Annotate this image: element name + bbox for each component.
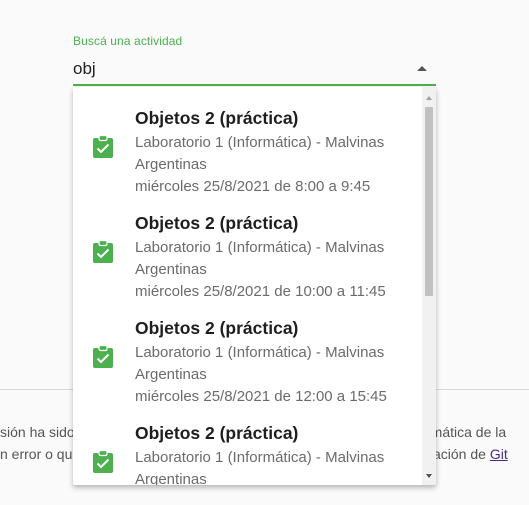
activity-option-location-cont: Argentinas — [135, 471, 207, 485]
search-label: Buscá una actividad — [73, 34, 183, 48]
footer-text-left-2: n error o qu — [0, 446, 73, 462]
activity-option-location: Laboratorio 1 (Informática) - Malvinas — [135, 239, 385, 256]
github-link[interactable]: Git — [490, 446, 508, 462]
activity-option-location-cont: Argentinas — [135, 156, 207, 173]
list-scrollbar[interactable] — [422, 87, 436, 485]
activity-option[interactable]: Objetos 2 (práctica) Laboratorio 1 (Info… — [73, 87, 422, 195]
activity-option-location-cont: Argentinas — [135, 261, 207, 278]
activity-option-location: Laboratorio 1 (Informática) - Malvinas — [135, 449, 385, 466]
footer-text-right-2: zación de Git — [426, 446, 508, 462]
scroll-up-arrow-icon[interactable] — [422, 91, 436, 105]
footer-text-right-1: rmática de la — [426, 424, 507, 440]
footer-text-left-1: sión ha sido — [0, 424, 75, 440]
clipboard-check-icon — [92, 239, 114, 264]
search-underline — [73, 84, 436, 86]
activity-option-title: Objetos 2 (práctica) — [135, 213, 299, 233]
clipboard-check-icon — [92, 344, 114, 369]
clipboard-check-icon — [92, 449, 114, 474]
activity-option[interactable]: Objetos 2 (práctica) Laboratorio 1 (Info… — [73, 297, 422, 405]
activity-option-location: Laboratorio 1 (Informática) - Malvinas — [135, 134, 385, 151]
activity-options-list: Objetos 2 (práctica) Laboratorio 1 (Info… — [73, 87, 436, 485]
clipboard-check-icon — [92, 134, 114, 159]
activity-search-input[interactable] — [73, 56, 413, 82]
scroll-down-arrow-icon[interactable] — [422, 469, 436, 483]
activity-option[interactable]: Objetos 2 (práctica) Laboratorio 1 (Info… — [73, 402, 422, 485]
activity-option[interactable]: Objetos 2 (práctica) Laboratorio 1 (Info… — [73, 192, 422, 300]
activity-option-location: Laboratorio 1 (Informática) - Malvinas — [135, 344, 385, 361]
dropdown-toggle-icon[interactable] — [414, 62, 430, 74]
activity-option-title: Objetos 2 (práctica) — [135, 108, 299, 128]
scrollbar-thumb[interactable] — [425, 107, 433, 296]
activity-option-location-cont: Argentinas — [135, 366, 207, 383]
activity-option-title: Objetos 2 (práctica) — [135, 423, 299, 443]
activity-option-title: Objetos 2 (práctica) — [135, 318, 299, 338]
